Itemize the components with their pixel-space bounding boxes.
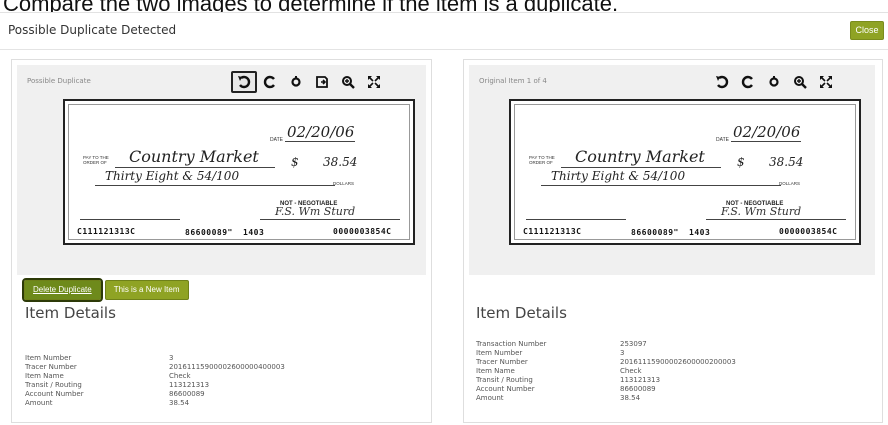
rotate-ccw-icon[interactable]	[231, 71, 257, 93]
detail-row: Tracer Number 20161115900002600000200003	[476, 358, 736, 366]
image-viewer: Original Item 1 of 4 DATE 02/20/06 PAY T…	[469, 65, 875, 275]
detail-row: Tracer Number 20161115900002600000400003	[25, 363, 285, 371]
viewer-label: Possible Duplicate	[27, 77, 91, 85]
rotate-ccw-icon[interactable]	[709, 71, 735, 93]
item-details: Item Number 3 Tracer Number 20161115900002…	[25, 354, 405, 408]
reset-icon[interactable]	[761, 71, 787, 93]
zoom-in-icon[interactable]	[335, 71, 361, 93]
rotate-cw-icon[interactable]	[735, 71, 761, 93]
detail-row: Transaction Number 253097	[476, 340, 647, 348]
detail-row: Account Number 86600089	[25, 390, 205, 398]
fullscreen-icon[interactable]	[361, 71, 387, 93]
detail-row: Item Name Check	[25, 372, 191, 380]
original-panel: Original Item 1 of 4 DATE 02/20/06 PAY T…	[463, 59, 883, 423]
duplicate-panel: Possible Duplicate DATE 02/20/06 PAY TO …	[11, 59, 432, 423]
duplicate-dialog: Possible Duplicate Detected Close Possib…	[0, 12, 888, 425]
delete-duplicate-button[interactable]: Delete Duplicate	[22, 278, 103, 302]
detail-row: Item Number 3	[476, 349, 625, 357]
detail-row: Item Number 3	[25, 354, 174, 362]
flip-icon[interactable]	[309, 71, 335, 93]
new-item-button[interactable]: This is a New Item	[104, 280, 189, 300]
fullscreen-icon[interactable]	[813, 71, 839, 93]
detail-row: Transit / Routing 113121313	[476, 376, 661, 384]
detail-row: Item Name Check	[476, 367, 642, 375]
viewer-toolbar	[709, 71, 839, 93]
dialog-title: Possible Duplicate Detected	[8, 23, 177, 37]
detail-row: Transit / Routing 113121313	[25, 381, 210, 389]
item-details-title: Item Details	[25, 304, 116, 322]
close-button[interactable]: Close	[850, 21, 884, 40]
item-details: Transaction Number 253097 Item Number 3 Tr…	[476, 340, 856, 403]
check-image: DATE 02/20/06 PAY TO THE ORDER OF Countr…	[509, 99, 861, 245]
detail-row: Amount 38.54	[25, 399, 190, 407]
detail-row: Account Number 86600089	[476, 385, 656, 393]
item-details-title: Item Details	[476, 304, 567, 322]
reset-icon[interactable]	[283, 71, 309, 93]
check-image: DATE 02/20/06 PAY TO THE ORDER OF Countr…	[63, 99, 415, 245]
image-viewer: Possible Duplicate DATE 02/20/06 PAY TO …	[17, 65, 426, 275]
rotate-cw-icon[interactable]	[257, 71, 283, 93]
viewer-label: Original Item 1 of 4	[479, 77, 547, 85]
duplicate-actions: Delete Duplicate This is a New Item	[22, 278, 189, 302]
detail-row: Amount 38.54	[476, 394, 641, 402]
divider	[0, 49, 888, 50]
zoom-in-icon[interactable]	[787, 71, 813, 93]
viewer-toolbar	[231, 71, 387, 93]
